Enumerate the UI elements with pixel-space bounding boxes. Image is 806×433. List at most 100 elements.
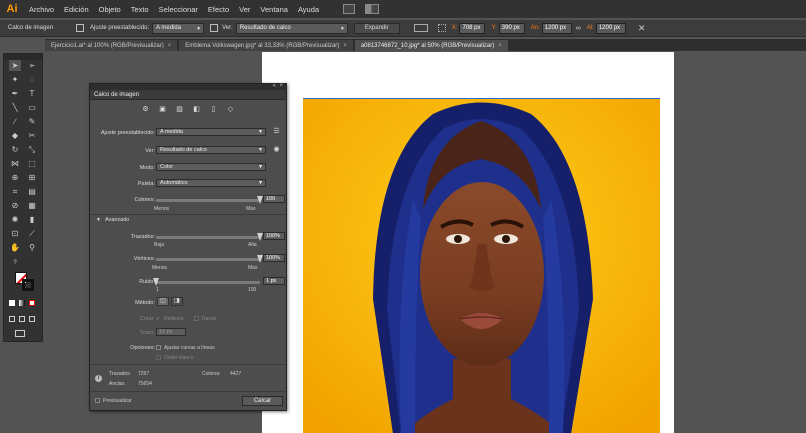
view-dropdown[interactable]: Resultado de calco ▼: [156, 146, 266, 154]
close-icon[interactable]: ×: [498, 43, 502, 49]
preview-checkbox[interactable]: [95, 398, 100, 403]
shape-builder-tool-icon[interactable]: ⊕: [9, 172, 21, 183]
mode-dropdown[interactable]: Color ▼: [156, 163, 266, 171]
gradient-mode-icon[interactable]: [19, 300, 25, 306]
preset-menu-icon[interactable]: ☰: [272, 128, 281, 136]
direct-selection-tool-icon[interactable]: ➢: [26, 60, 38, 71]
trace-options-icon[interactable]: [210, 24, 219, 32]
abutting-method-button[interactable]: ◫: [157, 297, 169, 306]
line-tool-icon[interactable]: ╲: [9, 102, 21, 113]
blob-brush-tool-icon[interactable]: ◆: [9, 130, 21, 141]
view-original-eye-icon[interactable]: ◉: [272, 146, 281, 154]
none-mode-icon[interactable]: [29, 300, 35, 306]
selection-tool-icon[interactable]: ➤: [9, 60, 21, 71]
ignore-white-checkbox[interactable]: [156, 355, 161, 360]
draw-behind-icon[interactable]: [19, 316, 25, 322]
blend-tool-icon[interactable]: ▦: [26, 200, 38, 211]
trace-panel-icon[interactable]: [76, 24, 85, 32]
draw-inside-icon[interactable]: [29, 316, 35, 322]
colors-field[interactable]: 100: [263, 195, 285, 203]
palette-dropdown[interactable]: Automático ▼: [156, 179, 266, 187]
colors-slider[interactable]: [156, 196, 263, 204]
advanced-label[interactable]: Avanzado: [105, 217, 129, 223]
menu-ver[interactable]: Ver: [239, 5, 250, 14]
eyedropper-tool-icon[interactable]: ⊘: [9, 200, 21, 211]
close-icon[interactable]: ×: [279, 83, 283, 89]
placed-photo[interactable]: [303, 98, 660, 433]
menu-edicion[interactable]: Edición: [64, 5, 89, 14]
close-icon[interactable]: ×: [343, 43, 347, 49]
free-transform-tool-icon[interactable]: ⬚: [26, 158, 38, 169]
gradient-tool-icon[interactable]: ▤: [26, 186, 38, 197]
menu-seleccionar[interactable]: Seleccionar: [159, 5, 198, 14]
corners-field[interactable]: 100%: [263, 254, 285, 262]
pen-tool-icon[interactable]: ✒: [9, 88, 21, 99]
fills-checkbox[interactable]: ✔: [156, 316, 160, 322]
mesh-tool-icon[interactable]: ⌗: [9, 186, 21, 197]
stroke-field[interactable]: 10 px: [156, 328, 186, 336]
menu-archivo[interactable]: Archivo: [29, 5, 54, 14]
low-color-icon[interactable]: ▨: [175, 106, 184, 114]
bridge-icon[interactable]: [343, 4, 356, 14]
hand-tool-icon[interactable]: ✋: [9, 242, 21, 253]
advanced-toggle-icon[interactable]: ▼: [96, 217, 101, 223]
outline-icon[interactable]: ◇: [226, 106, 235, 114]
grayscale-icon[interactable]: ◧: [192, 106, 201, 114]
type-tool-icon[interactable]: T: [26, 88, 38, 99]
tab-ejercicio1[interactable]: Ejercicio1.ai* al 100% (RGB/Previsualiza…: [45, 40, 178, 51]
perspective-grid-tool-icon[interactable]: ⊞: [26, 172, 38, 183]
strokes-checkbox[interactable]: [194, 316, 199, 321]
menu-texto[interactable]: Texto: [131, 5, 149, 14]
scale-tool-icon[interactable]: ⤡: [26, 144, 38, 155]
height-field[interactable]: 1200 px: [595, 22, 626, 34]
color-mode-icon[interactable]: [9, 300, 15, 306]
zoom-tool-icon[interactable]: ⚲: [26, 242, 38, 253]
high-color-icon[interactable]: ▣: [158, 106, 167, 114]
align-icon[interactable]: [413, 24, 428, 32]
y-field[interactable]: 390 px: [498, 22, 525, 34]
arrange-documents-icon[interactable]: [365, 4, 380, 14]
trace-button[interactable]: Calcar: [242, 396, 283, 406]
rotate-tool-icon[interactable]: ↻: [9, 144, 21, 155]
close-icon[interactable]: ×: [168, 43, 172, 49]
view-select[interactable]: Resultado de calco ▼: [235, 22, 348, 34]
link-icon[interactable]: ∞: [576, 25, 581, 32]
corners-slider[interactable]: [156, 255, 263, 263]
artboard-tool-icon[interactable]: ⊡: [9, 228, 21, 239]
auto-color-icon[interactable]: ⚙: [141, 106, 150, 114]
transform-icon[interactable]: ✕: [638, 23, 646, 34]
preset-dropdown[interactable]: A medida ▼: [156, 128, 266, 136]
pencil-tool-icon[interactable]: ✎: [26, 116, 38, 127]
reference-point-icon[interactable]: [437, 24, 446, 32]
noise-slider[interactable]: [153, 278, 260, 286]
noise-field[interactable]: 1 px: [263, 277, 285, 285]
eraser-tool-icon[interactable]: ✂: [26, 130, 38, 141]
menu-ventana[interactable]: Ventana: [260, 5, 288, 14]
panel-drag-bar[interactable]: « ×: [90, 83, 286, 90]
lasso-tool-icon[interactable]: ◌: [26, 74, 38, 85]
symbol-sprayer-tool-icon[interactable]: ✺: [9, 214, 21, 225]
menu-ayuda[interactable]: Ayuda: [298, 5, 319, 14]
menu-efecto[interactable]: Efecto: [208, 5, 229, 14]
paths-slider[interactable]: [156, 233, 263, 241]
width-tool-icon[interactable]: ⋈: [9, 158, 21, 169]
column-graph-tool-icon[interactable]: ▮: [26, 214, 38, 225]
screen-mode-icon[interactable]: [15, 330, 25, 337]
paths-field[interactable]: 100%: [263, 232, 285, 240]
overlapping-method-button[interactable]: ◨: [171, 297, 183, 306]
rectangle-tool-icon[interactable]: ▭: [26, 102, 38, 113]
collapse-icon[interactable]: «: [273, 83, 276, 89]
paintbrush-tool-icon[interactable]: ∕: [9, 116, 21, 127]
black-white-icon[interactable]: ▯: [209, 106, 218, 114]
menu-objeto[interactable]: Objeto: [99, 5, 121, 14]
stroke-swatch[interactable]: [22, 279, 34, 291]
snap-curves-checkbox[interactable]: [156, 345, 161, 350]
width-field[interactable]: 1200 px: [541, 22, 572, 34]
tab-emblema-volkswagen[interactable]: Emblema Volkswagen.jpg* al 33,33% (RGB/P…: [179, 40, 353, 51]
magic-wand-tool-icon[interactable]: ✦: [9, 74, 21, 85]
swap-colors-icon[interactable]: ?: [9, 258, 21, 269]
expand-button[interactable]: Expandir: [353, 22, 400, 34]
preset-select[interactable]: A medida ▼: [152, 22, 205, 34]
x-field[interactable]: 708 px: [459, 22, 486, 34]
slice-tool-icon[interactable]: ⟋: [26, 228, 38, 239]
